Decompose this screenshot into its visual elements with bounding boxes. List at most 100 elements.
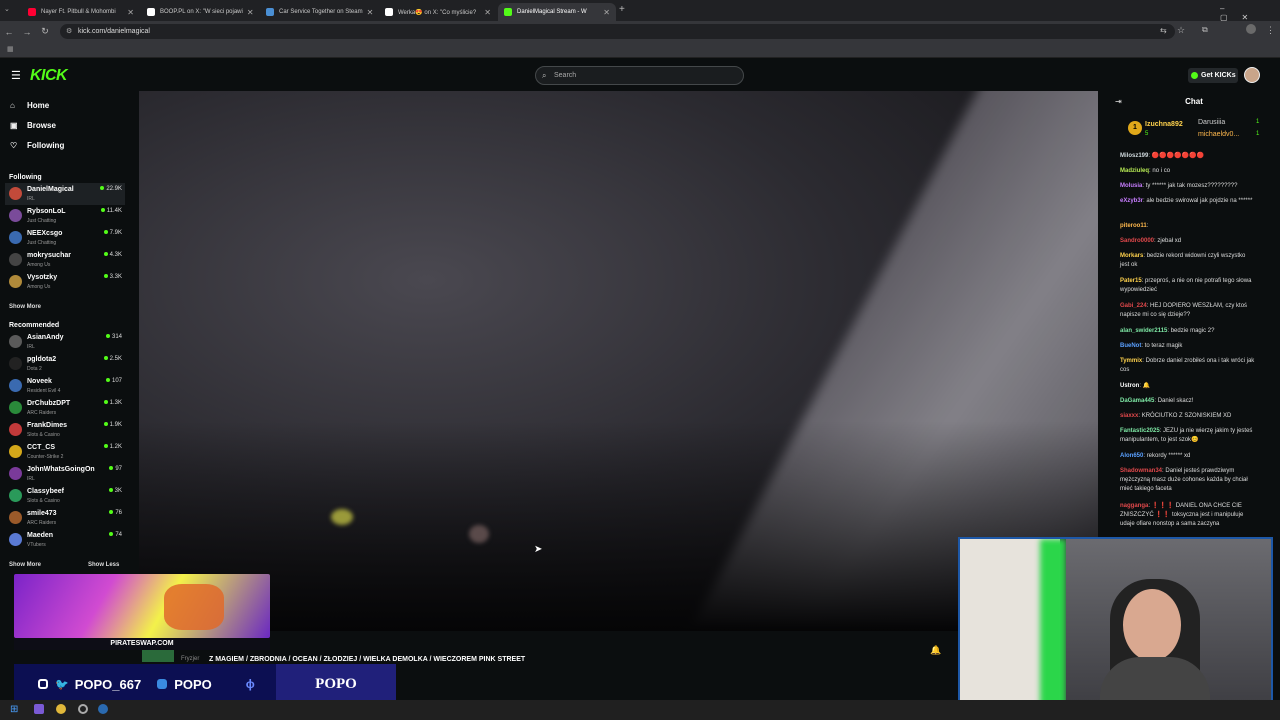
- hamburger-menu-icon[interactable]: ☰: [11, 69, 21, 82]
- close-tab-icon[interactable]: ✕: [123, 8, 134, 17]
- obs-icon[interactable]: [78, 704, 88, 714]
- channel-category: Slots & Casino: [27, 432, 60, 438]
- reload-icon[interactable]: ↻: [36, 26, 54, 37]
- sidebar-channel[interactable]: AsianAndy IRL 314: [5, 331, 125, 353]
- search-input[interactable]: ⌕ Search: [535, 66, 744, 85]
- leaderboard-count: 1: [1256, 119, 1260, 125]
- browser-tab-5[interactable]: DanielMagical Stream - W ✕: [498, 3, 616, 21]
- steam-icon[interactable]: [98, 704, 108, 714]
- taskbar-app-icon[interactable]: [34, 704, 44, 714]
- sidebar-channel[interactable]: CCT_CS Counter-Strike 2 1.2K: [5, 441, 125, 463]
- chat-username[interactable]: piteroo11: [1120, 223, 1147, 229]
- browser-tab-bar: ⌄ Nayer Ft. Pitbull & Mohombi ✕ BOOP.PL o…: [0, 0, 1280, 22]
- chat-username[interactable]: Tymmix: [1120, 358, 1142, 364]
- window-controls[interactable]: –▢✕: [1220, 4, 1280, 22]
- browser-tab-3[interactable]: Car Service Together on Steam ✕: [260, 3, 378, 21]
- live-dot-icon: [108, 488, 113, 492]
- chat-username[interactable]: Shadowman34: [1120, 468, 1162, 474]
- chat-username[interactable]: nagganga: [1120, 503, 1148, 509]
- extensions-icon[interactable]: ⧉: [1202, 25, 1208, 35]
- chrome-icon[interactable]: [56, 704, 66, 714]
- get-kicks-button[interactable]: Get KICKs: [1188, 68, 1238, 83]
- tab-search-icon[interactable]: ⌄: [4, 5, 10, 13]
- sidebar-channel[interactable]: NEEXcsgo Just Chatting 7.9K: [5, 227, 125, 249]
- apps-icon[interactable]: ▦: [7, 45, 14, 53]
- chat-username[interactable]: alan_swider2115: [1120, 328, 1167, 334]
- sidebar-channel[interactable]: RybsonLoL Just Chatting 11.4K: [5, 205, 125, 227]
- start-menu-icon[interactable]: ⊞: [10, 704, 18, 715]
- viewer-count: 97: [109, 466, 122, 472]
- sidebar-channel[interactable]: pgldota2 Dota 2 2.5K: [5, 353, 125, 375]
- chat-username[interactable]: Ustron: [1120, 383, 1139, 389]
- channel-category: Counter-Strike 2: [27, 454, 64, 460]
- notification-bell-icon[interactable]: 🔔: [930, 645, 941, 656]
- close-tab-icon[interactable]: ✕: [363, 8, 374, 17]
- chat-username[interactable]: Fantastic2025: [1120, 428, 1160, 434]
- sidebar-channel[interactable]: Vysotzky Among Us 3.3K: [5, 271, 125, 293]
- channel-avatar: [9, 401, 22, 414]
- sidebar-channel[interactable]: Classybeef Slots & Casino 3K: [5, 485, 125, 507]
- close-tab-icon[interactable]: ✕: [243, 8, 254, 17]
- channel-name: CCT_CS: [27, 444, 56, 451]
- chat-username[interactable]: Milosz199: [1120, 153, 1148, 159]
- video-player[interactable]: ➤: [139, 91, 1098, 631]
- show-more-recommended-button[interactable]: Show More: [9, 562, 41, 568]
- forward-icon[interactable]: →: [18, 27, 36, 37]
- user-avatar[interactable]: [1244, 67, 1260, 83]
- browser-tab-2[interactable]: BOOP.PL on X: "W sieci pojawi ✕: [141, 3, 259, 21]
- chat-message: Molusia: ty ****** jak tak mozesz???????…: [1120, 183, 1238, 189]
- sidebar-channel[interactable]: DanielMagical IRL 22.9K: [5, 183, 125, 205]
- chat-username[interactable]: Molusia: [1120, 183, 1142, 189]
- translate-icon[interactable]: ⇆: [1160, 26, 1167, 35]
- show-less-button[interactable]: Show Less: [88, 562, 119, 568]
- channel-name: DanielMagical: [27, 186, 74, 193]
- sidebar-channel[interactable]: DrChubzDPT ARC Raiders 1.3K: [5, 397, 125, 419]
- viewer-count: 22.9K: [100, 186, 122, 192]
- sidebar-channel[interactable]: mokrysuchar Among Us 4.3K: [5, 249, 125, 271]
- nav-browse[interactable]: ▣ Browse: [10, 121, 56, 130]
- chat-message: nagganga: ❗❗❗ DANIEL ONA CHCE CIE ZNISZC…: [1120, 503, 1244, 527]
- sidebar-channel[interactable]: Noveek Resident Evil 4 107: [5, 375, 125, 397]
- channel-avatar: [9, 445, 22, 458]
- chat-username[interactable]: Morkars: [1120, 253, 1143, 259]
- sidebar-channel[interactable]: smile473 ARC Raiders 76: [5, 507, 125, 529]
- nav-following[interactable]: ♡ Following: [10, 141, 64, 150]
- chat-username[interactable]: siaxxx: [1120, 413, 1138, 419]
- back-icon[interactable]: ←: [0, 27, 18, 37]
- url-input[interactable]: ⚙ kick.com/danielmagical: [60, 24, 1175, 39]
- chat-username[interactable]: Gabi_224: [1120, 303, 1147, 309]
- channel-name: RybsonLoL: [27, 208, 66, 215]
- leaderboard-user: Darusiiia: [1198, 119, 1226, 126]
- viewer-count: 1.3K: [103, 400, 122, 406]
- nav-home[interactable]: ⌂ Home: [10, 101, 49, 110]
- bookmark-star-icon[interactable]: ☆: [1177, 25, 1185, 36]
- new-tab-icon[interactable]: +: [619, 4, 625, 15]
- browser-tab-1[interactable]: Nayer Ft. Pitbull & Mohombi ✕: [22, 3, 140, 21]
- browser-tab-4[interactable]: Werka😍 on X: "Co myślicie? ✕: [379, 3, 497, 21]
- channel-category: Just Chatting: [27, 218, 57, 224]
- channel-avatar: [9, 275, 22, 288]
- chat-username[interactable]: Pater15: [1120, 278, 1142, 284]
- sidebar-channel[interactable]: FrankDimes Slots & Casino 1.9K: [5, 419, 125, 441]
- chat-username[interactable]: eXzyb3r: [1120, 198, 1143, 204]
- viewer-count: 7.9K: [103, 230, 122, 236]
- popo-badge: POPO: [276, 664, 396, 704]
- instagram-icon: [38, 679, 48, 689]
- show-more-following-button[interactable]: Show More: [9, 304, 41, 310]
- browser-menu-icon[interactable]: ⋮: [1266, 25, 1275, 36]
- sidebar-channel[interactable]: JohnWhatsGoingOn IRL 97: [5, 463, 125, 485]
- site-info-icon[interactable]: ⚙: [66, 24, 72, 39]
- chat-text: no i co: [1152, 168, 1171, 174]
- chat-text: ty ****** jak tak mozesz?????????: [1145, 183, 1238, 189]
- profile-avatar[interactable]: [1246, 24, 1256, 34]
- live-dot-icon: [103, 422, 108, 426]
- chat-username[interactable]: Madziuleq: [1120, 168, 1149, 174]
- chat-username[interactable]: Alon650: [1120, 453, 1143, 459]
- sidebar-channel[interactable]: Maeden VTubers 74: [5, 529, 125, 551]
- chat-username[interactable]: DaGama445: [1120, 398, 1154, 404]
- close-tab-icon[interactable]: ✕: [480, 8, 491, 17]
- kick-logo[interactable]: KICK: [30, 67, 68, 85]
- close-tab-icon[interactable]: ✕: [599, 8, 610, 17]
- chat-username[interactable]: Sandro0000: [1120, 238, 1154, 244]
- chat-username[interactable]: BueNot: [1120, 343, 1141, 349]
